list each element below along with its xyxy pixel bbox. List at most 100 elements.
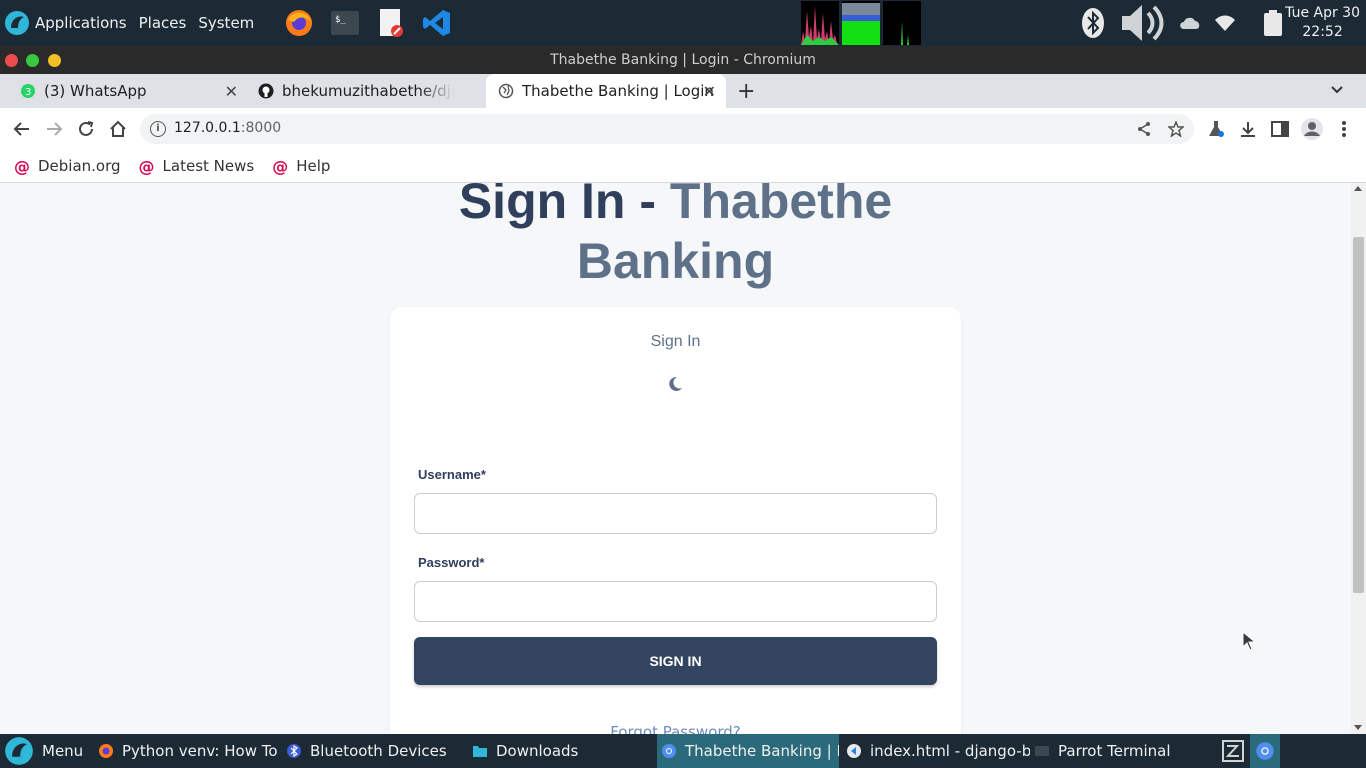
chromium-icon xyxy=(1256,742,1274,760)
minimize-window-button[interactable] xyxy=(48,54,61,67)
bookmark-help[interactable]: @ Help xyxy=(272,157,330,176)
password-label: Password* xyxy=(418,555,485,570)
dark-mode-moon-icon[interactable] xyxy=(666,375,684,393)
github-icon xyxy=(258,83,274,99)
battery-icon[interactable] xyxy=(1258,8,1288,38)
parrot-menu-icon xyxy=(5,737,33,765)
url-port: :8000 xyxy=(240,120,282,136)
svg-text:$_: $_ xyxy=(335,15,346,25)
sign-in-button[interactable]: SIGN IN xyxy=(414,637,937,685)
close-tab-icon[interactable]: ✕ xyxy=(703,82,716,101)
chromium-icon xyxy=(662,744,676,758)
forward-icon[interactable] xyxy=(44,119,64,139)
bottom-taskbar: Menu Python venv: How To ... Bluetooth D… xyxy=(0,734,1366,768)
text-editor-launcher-icon[interactable] xyxy=(374,6,408,40)
scroll-up-arrow-icon[interactable] xyxy=(1354,186,1362,191)
whatsapp-icon: 3 xyxy=(21,84,35,98)
taskbar-item-terminal[interactable]: Parrot Terminal xyxy=(1034,734,1174,768)
tab-search-chevron-icon[interactable] xyxy=(1330,82,1344,96)
tab-strip: 3 (3) WhatsApp ✕ bhekumuzithabethe/djan … xyxy=(0,74,1366,108)
window-titlebar[interactable]: Thabethe Banking | Login - Chromium xyxy=(0,46,1366,74)
places-menu[interactable]: Places xyxy=(139,14,187,32)
bluetooth-icon[interactable] xyxy=(1080,6,1106,40)
url-text[interactable]: 127.0.0.1:8000 xyxy=(174,120,281,136)
scrollbar-thumb[interactable] xyxy=(1353,237,1364,593)
debian-swirl-icon: @ xyxy=(272,156,289,176)
page-heading: Sign In - Thabethe Banking xyxy=(0,183,1351,291)
card-title: Sign In xyxy=(650,333,701,350)
terminal-launcher-icon[interactable]: $_ xyxy=(328,6,362,40)
share-icon[interactable] xyxy=(1134,119,1154,139)
tab-github[interactable]: bhekumuzithabethe/djan xyxy=(248,74,486,108)
firefox-launcher-icon[interactable] xyxy=(282,6,316,40)
clock-time: 22:52 xyxy=(1302,24,1343,40)
address-bar[interactable]: i 127.0.0.1:8000 xyxy=(140,114,1194,144)
system-menu[interactable]: System xyxy=(198,14,254,32)
site-info-icon[interactable]: i xyxy=(150,121,166,137)
volume-icon[interactable] xyxy=(1118,1,1166,45)
profile-avatar-icon[interactable] xyxy=(1300,117,1324,141)
mouse-pointer-icon xyxy=(1242,631,1256,651)
bookmark-debian[interactable]: @ Debian.org xyxy=(14,157,121,176)
tab-label: Thabethe Banking | Login xyxy=(522,82,714,100)
new-tab-icon[interactable]: + xyxy=(737,79,755,104)
clock-date: Tue Apr 30 xyxy=(1285,5,1360,21)
page-viewport: Sign In - Thabethe Banking Sign In Usern… xyxy=(0,183,1366,734)
heading-dark-text: Sign In - xyxy=(458,183,670,229)
globe-icon xyxy=(498,83,514,99)
side-panel-icon[interactable] xyxy=(1270,119,1290,139)
system-monitor-graphs xyxy=(801,1,921,45)
workspace-active-chromium[interactable] xyxy=(1250,734,1280,768)
labs-flask-icon[interactable] xyxy=(1206,119,1226,139)
reload-icon[interactable] xyxy=(76,119,96,139)
wifi-icon[interactable] xyxy=(1214,14,1236,32)
forgot-password-link[interactable]: Forgot Password? xyxy=(390,723,961,734)
taskbar-item-label: index.html - django-b... xyxy=(870,742,1030,760)
tab-whatsapp[interactable]: 3 (3) WhatsApp ✕ xyxy=(0,74,248,108)
menu-label: Menu xyxy=(42,742,84,760)
vscode-icon xyxy=(847,744,861,758)
top-panel: Applications Places System $_ Tue Apr 30… xyxy=(0,0,1366,46)
bluetooth-icon xyxy=(287,744,301,758)
firefox-icon xyxy=(99,744,113,758)
scroll-down-arrow-icon[interactable] xyxy=(1354,725,1362,730)
taskbar-item-bluetooth[interactable]: Bluetooth Devices xyxy=(286,734,446,768)
back-icon[interactable] xyxy=(12,119,32,139)
taskbar-item-firefox[interactable]: Python venv: How To ... xyxy=(98,734,280,768)
tab-label: bhekumuzithabethe/djan xyxy=(282,82,454,100)
memory-graph xyxy=(842,1,880,45)
taskbar-item-vscode[interactable]: index.html - django-b... xyxy=(846,734,1030,768)
page-scrollbar[interactable] xyxy=(1351,183,1366,734)
username-input[interactable] xyxy=(414,493,937,534)
taskbar-item-label: Parrot Terminal xyxy=(1058,742,1171,760)
taskbar-item-label: Python venv: How To ... xyxy=(122,742,280,760)
bookmark-label: Latest News xyxy=(162,157,255,175)
cloud-sync-icon[interactable] xyxy=(1178,13,1202,33)
debian-swirl-icon: @ xyxy=(14,156,30,176)
heading-brand-text: Thabethe xyxy=(669,183,893,229)
taskbar-item-chromium[interactable]: Thabethe Banking | L... xyxy=(657,734,839,768)
bookmark-latest-news[interactable]: @ Latest News xyxy=(139,157,255,176)
start-menu-button[interactable]: Menu xyxy=(4,734,94,768)
clock[interactable]: Tue Apr 30 22:52 xyxy=(1285,4,1360,42)
bookmark-star-icon[interactable] xyxy=(1166,119,1186,139)
maximize-window-button[interactable] xyxy=(26,54,39,67)
vscode-launcher-icon[interactable] xyxy=(420,6,454,40)
workspace-switcher-icon[interactable] xyxy=(1222,740,1244,762)
download-icon[interactable] xyxy=(1238,119,1258,139)
parrot-logo-icon[interactable] xyxy=(4,10,30,36)
url-host: 127.0.0.1 xyxy=(174,120,241,136)
applications-menu[interactable]: Applications xyxy=(35,14,127,32)
more-menu-icon[interactable] xyxy=(1334,119,1354,139)
bookmark-label: Debian.org xyxy=(38,157,121,175)
password-input[interactable] xyxy=(414,581,937,622)
terminal-icon xyxy=(1035,746,1049,756)
close-tab-icon[interactable]: ✕ xyxy=(225,82,238,101)
close-window-button[interactable] xyxy=(5,54,18,67)
home-icon[interactable] xyxy=(108,119,128,139)
taskbar-item-label: Thabethe Banking | L... xyxy=(685,742,839,760)
window-title: Thabethe Banking | Login - Chromium xyxy=(550,52,816,68)
network-graph xyxy=(883,1,921,45)
tab-thabethe-login[interactable]: Thabethe Banking | Login ✕ xyxy=(486,74,726,108)
taskbar-item-downloads[interactable]: Downloads xyxy=(472,734,592,768)
